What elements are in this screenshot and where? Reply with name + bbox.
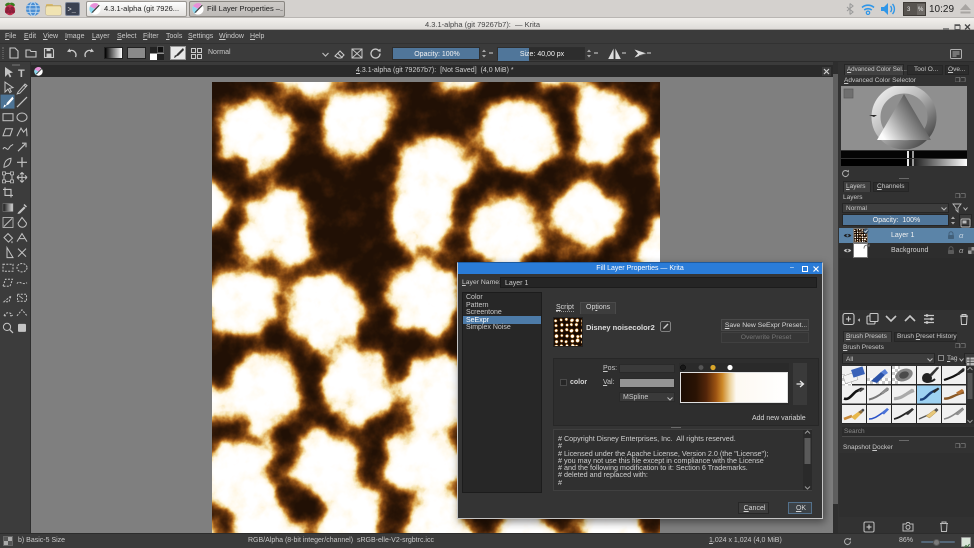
svg-text:>_: >_ [68, 7, 77, 15]
svg-text:T: T [18, 68, 25, 80]
